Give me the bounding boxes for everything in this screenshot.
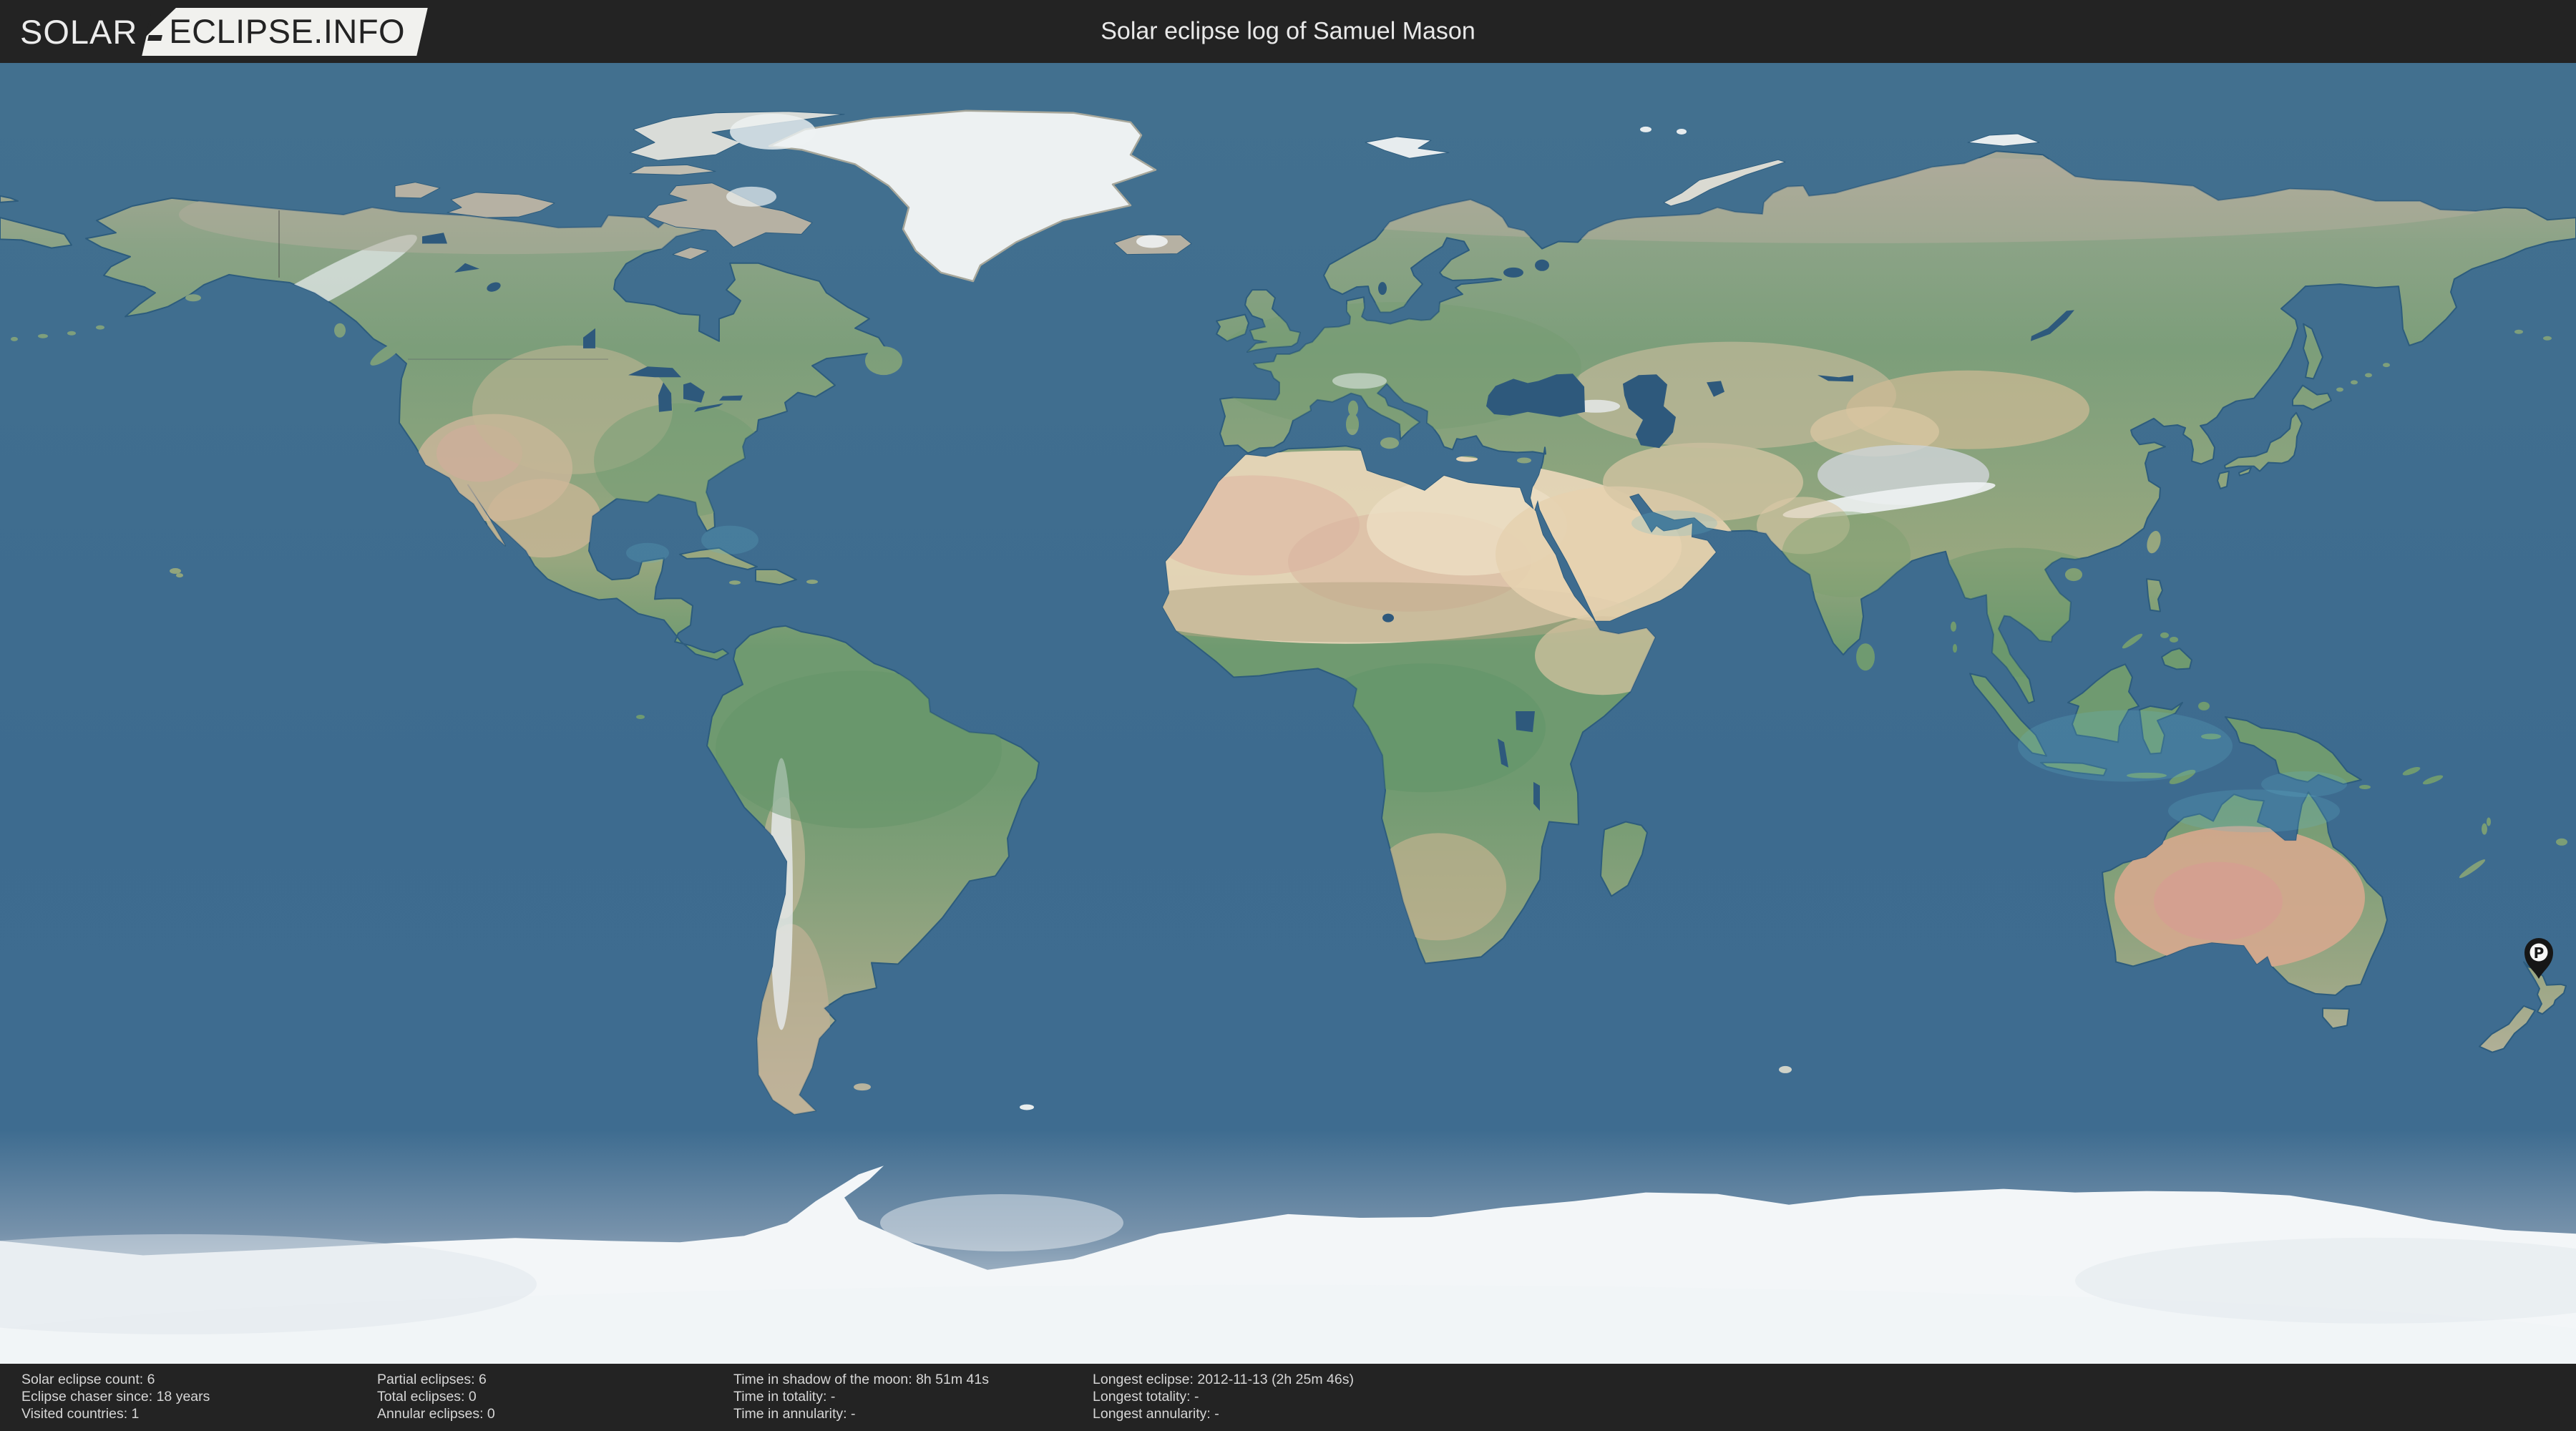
map-detail — [1517, 457, 1531, 464]
map-detail — [2514, 329, 2523, 334]
landmass — [2146, 578, 2163, 612]
map-detail — [2487, 817, 2491, 826]
map-detail — [96, 325, 104, 330]
map-detail — [2261, 771, 2347, 797]
map-detail — [2336, 387, 2343, 392]
map-detail — [2154, 861, 2283, 941]
map-detail — [2359, 785, 2371, 790]
map-detail — [170, 568, 181, 575]
logo-word-solar: SOLAR — [20, 12, 138, 51]
map-detail — [1378, 282, 1387, 296]
map-detail — [636, 715, 645, 720]
stat-line: Total eclipses: 0 — [377, 1389, 477, 1405]
map-detail — [1020, 1104, 1034, 1110]
map-detail — [2556, 838, 2567, 846]
map-detail — [1856, 643, 1875, 671]
world-map: P — [0, 63, 2576, 1364]
stat-line: Solar eclipse count: 6 — [21, 1372, 155, 1387]
world-map-container: P — [0, 63, 2576, 1364]
map-detail — [2170, 636, 2178, 643]
map-detail — [2351, 380, 2358, 385]
map-detail — [2198, 701, 2210, 710]
stat-line: Annular eclipses: 0 — [377, 1406, 495, 1422]
stat-line: Time in shadow of the moon: 8h 51m 41s — [733, 1372, 989, 1387]
footer-column-types: Partial eclipses: 6 Total eclipses: 0 An… — [377, 1371, 495, 1422]
map-detail — [2160, 632, 2169, 638]
map-detail — [67, 331, 76, 336]
map-detail — [11, 336, 18, 341]
map-detail — [1503, 267, 1523, 278]
map-detail — [2018, 710, 2233, 782]
logo-eclipse-wedge-icon: ECLIPSE.INFO — [142, 7, 428, 56]
map-detail — [854, 1083, 871, 1091]
map-detail — [1136, 235, 1168, 248]
landmass — [2217, 470, 2230, 489]
footer-column-times: Time in shadow of the moon: 8h 51m 41s T… — [733, 1371, 989, 1422]
page-title: Solar eclipse log of Samuel Mason — [1101, 17, 1475, 45]
landmass — [1516, 711, 1535, 733]
site-logo[interactable]: SOLAR ECLIPSE.INFO — [20, 7, 428, 56]
map-detail — [1382, 613, 1394, 622]
stat-line: Longest annularity: - — [1093, 1406, 1219, 1422]
map-detail — [1677, 128, 1687, 135]
stat-line: Time in annularity: - — [733, 1406, 856, 1422]
map-detail — [2383, 363, 2390, 368]
map-detail — [2365, 373, 2372, 378]
logo-word-eclipse-info: ECLIPSE.INFO — [169, 11, 406, 50]
map-detail — [1631, 510, 1717, 537]
map-detail — [1779, 1065, 1792, 1073]
map-detail — [726, 186, 776, 207]
map-detail — [2543, 336, 2552, 341]
map-detail — [176, 573, 183, 578]
stat-line: Visited countries: 1 — [21, 1406, 140, 1422]
map-detail — [880, 1194, 1123, 1252]
map-detail — [865, 346, 902, 376]
stats-footer: Solar eclipse count: 6 Eclipse chaser si… — [0, 1364, 2576, 1431]
landmass — [719, 395, 743, 401]
footer-column-counts: Solar eclipse count: 6 Eclipse chaser si… — [21, 1371, 210, 1422]
footer-column-records: Longest eclipse: 2012-11-13 (2h 25m 46s)… — [1093, 1371, 1354, 1422]
map-detail — [185, 294, 201, 302]
map-detail — [626, 542, 669, 563]
stat-line: Longest eclipse: 2012-11-13 (2h 25m 46s) — [1093, 1372, 1354, 1387]
map-detail — [1380, 437, 1399, 449]
map-detail — [729, 580, 741, 585]
header-bar: SOLAR ECLIPSE.INFO Solar eclipse log of … — [0, 0, 2576, 63]
stat-line: Partial eclipses: 6 — [377, 1372, 487, 1387]
stat-line: Eclipse chaser since: 18 years — [21, 1389, 210, 1405]
map-detail — [38, 333, 48, 338]
map-detail — [1535, 259, 1549, 271]
stat-line: Longest totality: - — [1093, 1389, 1199, 1405]
map-detail — [701, 525, 758, 555]
map-detail — [806, 580, 818, 585]
stat-line: Time in totality: - — [733, 1389, 836, 1405]
map-detail — [2482, 823, 2487, 835]
map-detail — [1640, 126, 1652, 132]
map-detail — [730, 113, 816, 150]
marker-label: P — [2534, 944, 2545, 962]
map-detail — [334, 323, 346, 338]
